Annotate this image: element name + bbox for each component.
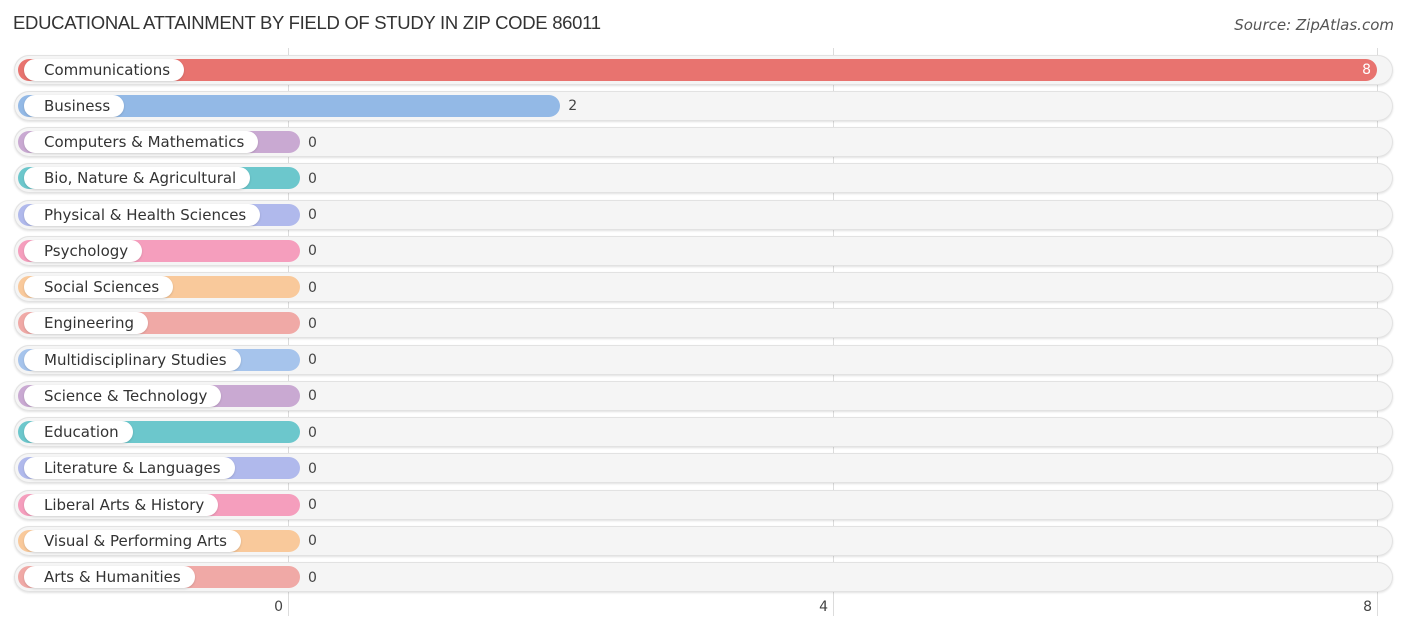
category-label: Arts & Humanities — [24, 566, 195, 588]
x-tick-label: 8 — [1363, 599, 1372, 615]
value-label: 0 — [308, 279, 317, 296]
value-label: 2 — [568, 98, 578, 115]
category-label: Social Sciences — [24, 276, 174, 298]
value-label: 0 — [308, 569, 317, 586]
category-label: Science & Technology — [24, 384, 222, 407]
category-label: Literature & Languages — [24, 457, 235, 480]
value-label: 0 — [308, 460, 317, 477]
value-label: 0 — [308, 388, 317, 405]
category-label: Education — [24, 421, 133, 443]
value-label: 0 — [308, 424, 317, 441]
category-label: Multidisciplinary Studies — [24, 348, 241, 371]
x-tick-label: 4 — [819, 599, 828, 615]
category-label: Bio, Nature & Agricultural — [24, 167, 251, 190]
value-label: 0 — [308, 497, 317, 513]
value-label: 0 — [308, 315, 317, 332]
value-label: 0 — [308, 207, 317, 223]
bar[interactable] — [18, 58, 1377, 81]
category-label: Physical & Health Sciences — [24, 203, 261, 226]
category-label: Communications — [24, 58, 185, 81]
category-label: Computers & Mathematics — [24, 131, 259, 153]
bar-chart: 0 4 8 Communications 8 Business 2 Computers & M… — [0, 0, 1406, 632]
value-label: 0 — [308, 134, 317, 151]
value-label: 0 — [308, 170, 317, 187]
x-tick-label: 0 — [274, 599, 283, 615]
category-label: Psychology — [24, 239, 143, 262]
value-label: 0 — [308, 243, 317, 260]
category-label: Liberal Arts & History — [24, 493, 219, 516]
category-label: Business — [24, 94, 125, 117]
value-label: 8 — [1362, 62, 1371, 78]
value-label: 0 — [308, 352, 317, 368]
value-label: 0 — [308, 533, 317, 550]
category-label: Engineering — [24, 312, 148, 335]
category-label: Visual & Performing Arts — [24, 529, 241, 552]
